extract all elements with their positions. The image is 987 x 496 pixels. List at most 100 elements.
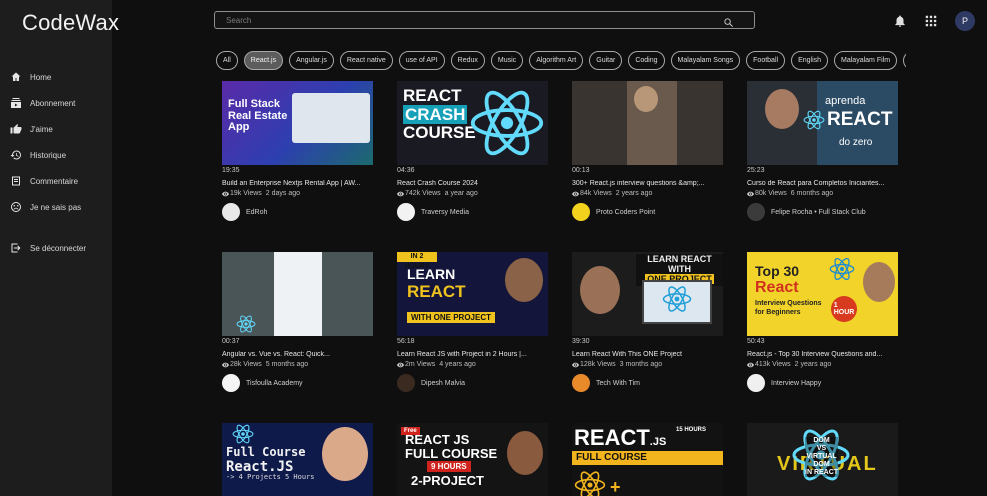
channel-name[interactable]: Proto Coders Point: [596, 209, 655, 216]
channel-name[interactable]: EdRoh: [246, 209, 267, 216]
sidebar-item-home[interactable]: Home: [0, 64, 112, 90]
video-duration: 50:43: [747, 338, 765, 345]
channel-link[interactable]: Traversy Media: [397, 203, 548, 221]
video-stats: 742k Views a year ago: [397, 190, 548, 197]
channel-link[interactable]: Interview Happy: [747, 374, 898, 392]
video-views: 2m Views: [405, 361, 436, 368]
video-thumbnail[interactable]: Top 30 React Interview Questions for Beginn…: [747, 252, 898, 336]
sidebar-item-commentaire[interactable]: Commentaire: [0, 168, 112, 194]
chip-audi[interactable]: Audi: [903, 51, 906, 70]
video-card[interactable]: 00:13 300+ React.js interview questions &…: [572, 81, 723, 221]
sidebar-item-historique[interactable]: Historique: [0, 142, 112, 168]
chip-react-native[interactable]: React native: [339, 51, 393, 70]
channel-avatar[interactable]: [222, 374, 240, 392]
chip-angular-js[interactable]: Angular.js: [289, 51, 334, 70]
channel-avatar[interactable]: [397, 374, 415, 392]
channel-link[interactable]: Tisfoulla Academy: [222, 374, 373, 392]
video-card[interactable]: Top 30 React Interview Questions for Beginn…: [747, 252, 898, 392]
video-card[interactable]: LEARN REACT WITH ONE PROJECT 39:30 Learn Re…: [572, 252, 723, 392]
video-thumbnail[interactable]: IN 2 HOURS LEARN REACT WITH ONE PROJECT: [397, 252, 548, 336]
video-title[interactable]: Build an Enterprise Nextjs Rental App | …: [222, 180, 373, 187]
video-views: 80k Views: [755, 190, 787, 197]
chip-all[interactable]: All: [216, 51, 238, 70]
sidebar-item-abonnement[interactable]: Abonnement: [0, 90, 112, 116]
channel-avatar[interactable]: [397, 203, 415, 221]
video-title[interactable]: Learn React With This ONE Project: [572, 351, 723, 358]
sidebar-item-je-ne-sais-pas[interactable]: Je ne sais pas: [0, 194, 112, 220]
video-title[interactable]: React Crash Course 2024: [397, 180, 548, 187]
app-logo[interactable]: CodeWax: [22, 10, 119, 36]
video-card[interactable]: VIRTUAL DOM VS VIRTUAL DOM IN REACT: [747, 423, 898, 496]
video-thumbnail[interactable]: LEARN REACT WITH ONE PROJECT: [572, 252, 723, 336]
channel-link[interactable]: Proto Coders Point: [572, 203, 723, 221]
video-card[interactable]: Free REACT JS FULL COURSE 9 HOURS 2-PROJECT: [397, 423, 548, 496]
chip-algorithm-art[interactable]: Algorithm Art: [529, 51, 584, 70]
video-duration: 04:36: [397, 167, 415, 174]
chip-football[interactable]: Football: [746, 51, 786, 70]
channel-avatar[interactable]: [572, 203, 590, 221]
video-thumbnail[interactable]: [572, 81, 723, 165]
video-thumbnail[interactable]: [222, 252, 373, 336]
channel-name[interactable]: Traversy Media: [421, 209, 469, 216]
chip-malayalam-songs[interactable]: Malayalam Songs: [670, 51, 741, 70]
channel-link[interactable]: Dipesh Malvia: [397, 374, 548, 392]
sidebar-nav: Home Abonnement J'aime Historique Commen…: [0, 64, 112, 253]
video-card[interactable]: aprenda REACT do zero 25:23 Curso de React p…: [747, 81, 898, 221]
channel-avatar[interactable]: [747, 203, 765, 221]
video-thumbnail[interactable]: Free REACT JS FULL COURSE 9 HOURS 2-PROJECT: [397, 423, 548, 496]
video-title[interactable]: 300+ React.js interview questions &amp;.…: [572, 180, 723, 187]
sidebar: CodeWax Home Abonnement J'aime Historiqu…: [0, 0, 119, 496]
channel-name[interactable]: Tech With Tim: [596, 380, 640, 387]
video-title[interactable]: Curso de React para Completos Iniciantes…: [747, 180, 898, 187]
video-age: a year ago: [444, 190, 478, 197]
video-views: 413k Views: [755, 361, 791, 368]
channel-name[interactable]: Dipesh Malvia: [421, 380, 465, 387]
chip-music[interactable]: Music: [490, 51, 524, 70]
channel-name[interactable]: Felipe Rocha • Full Stack Club: [771, 209, 866, 216]
chip-coding[interactable]: Coding: [628, 51, 665, 70]
sidebar-item-jaime[interactable]: J'aime: [0, 116, 112, 142]
apps-grid-icon[interactable]: [924, 14, 938, 28]
chip-use-of-api[interactable]: use of API: [398, 51, 445, 70]
video-thumbnail[interactable]: Full Stack Real Estate App: [222, 81, 373, 165]
video-thumbnail[interactable]: Full Course React.JS -> 4 Projects 5 Hours: [222, 423, 373, 496]
search-icon[interactable]: [723, 15, 734, 27]
video-card[interactable]: Full Stack Real Estate App 19:35 Build an En…: [222, 81, 373, 221]
video-thumbnail[interactable]: REACT CRASH COURSE: [397, 81, 548, 165]
chip-english[interactable]: English: [791, 51, 829, 70]
channel-link[interactable]: Tech With Tim: [572, 374, 723, 392]
video-thumbnail[interactable]: aprenda REACT do zero: [747, 81, 898, 165]
channel-name[interactable]: Interview Happy: [771, 380, 821, 387]
video-card[interactable]: REACT.JS 15 HOURS FULL COURSE +: [572, 423, 723, 496]
channel-avatar[interactable]: [222, 203, 240, 221]
chip-react-js[interactable]: React.js: [243, 51, 284, 70]
channel-avatar[interactable]: [572, 374, 590, 392]
video-duration: 00:13: [572, 167, 590, 174]
channel-link[interactable]: Felipe Rocha • Full Stack Club: [747, 203, 898, 221]
chip-guitar[interactable]: Guitar: [589, 51, 623, 70]
video-card[interactable]: Full Course React.JS -> 4 Projects 5 Hours: [222, 423, 373, 496]
video-title[interactable]: Learn React JS with Project in 2 Hours |…: [397, 351, 548, 358]
video-title[interactable]: Angular vs. Vue vs. React: Quick...: [222, 351, 373, 358]
video-age: 2 years ago: [794, 361, 832, 368]
video-thumbnail[interactable]: REACT.JS 15 HOURS FULL COURSE +: [572, 423, 723, 496]
chip-redux[interactable]: Redux: [450, 51, 485, 70]
video-thumbnail[interactable]: VIRTUAL DOM VS VIRTUAL DOM IN REACT: [747, 423, 898, 496]
search-input[interactable]: [215, 15, 705, 25]
video-views: 128k Views: [580, 361, 616, 368]
video-duration: 25:23: [747, 167, 765, 174]
video-duration: 39:30: [572, 338, 590, 345]
video-card[interactable]: IN 2 HOURS LEARN REACT WITH ONE PROJECT 56:1…: [397, 252, 548, 392]
channel-avatar[interactable]: [747, 374, 765, 392]
chip-malayalam-film[interactable]: Malayalam Film: [834, 51, 898, 70]
video-title[interactable]: React.js - Top 30 Interview Questions an…: [747, 351, 898, 358]
user-avatar[interactable]: P: [955, 11, 975, 31]
channel-link[interactable]: EdRoh: [222, 203, 373, 221]
bell-icon[interactable]: [893, 14, 907, 28]
eye-icon: [222, 362, 229, 368]
video-age: 2 years ago: [615, 190, 653, 197]
sidebar-item-logout[interactable]: Se déconnecter: [0, 235, 86, 261]
video-card[interactable]: 00:37 Angular vs. Vue vs. React: Quick...…: [222, 252, 373, 392]
video-card[interactable]: REACT CRASH COURSE 04:36 React Crash Course …: [397, 81, 548, 221]
channel-name[interactable]: Tisfoulla Academy: [246, 380, 303, 387]
